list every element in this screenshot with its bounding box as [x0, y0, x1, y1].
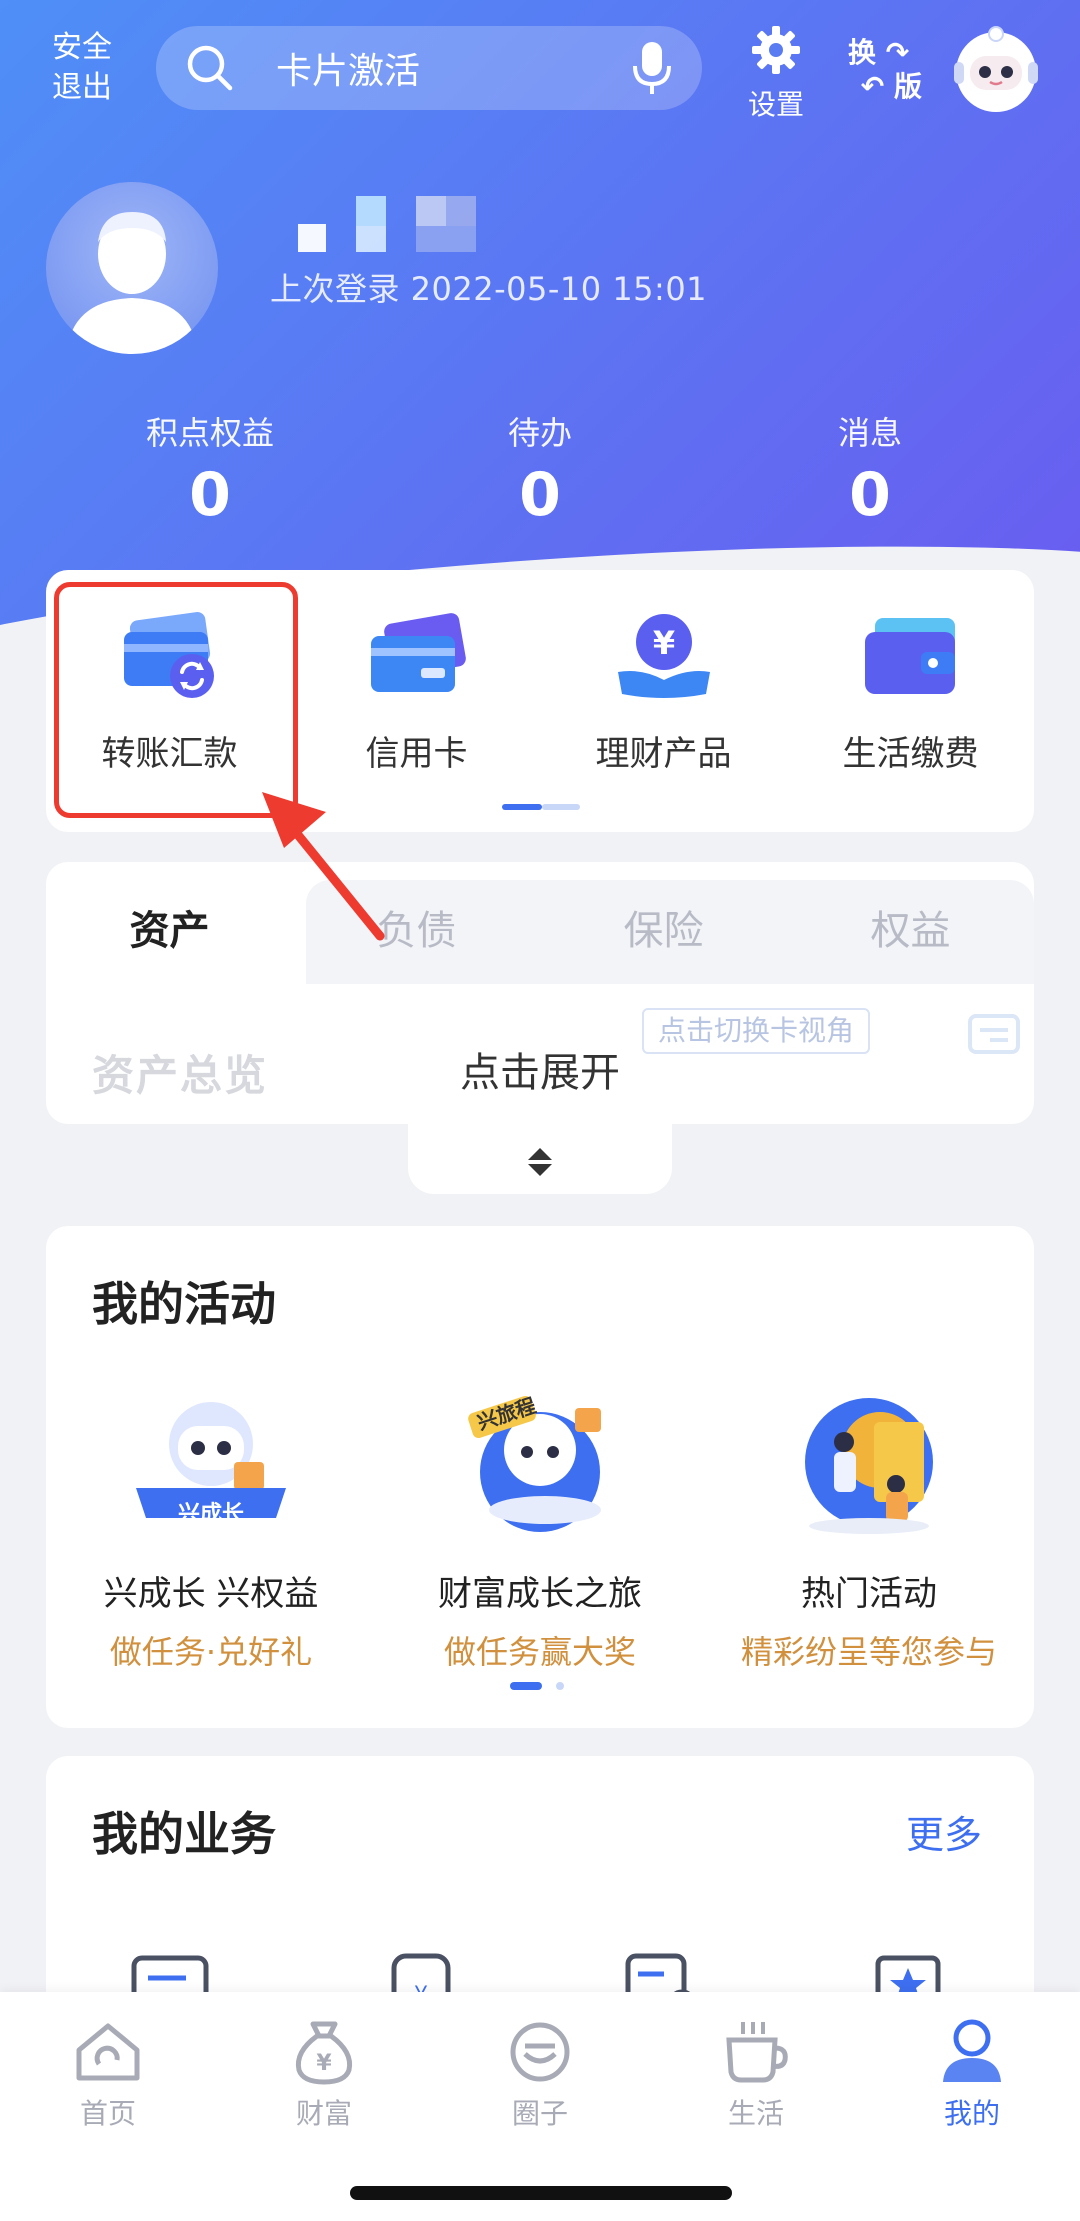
section-title: 我的业务: [92, 1807, 276, 1861]
activity-title: 兴成长 兴权益: [103, 1574, 319, 1614]
stat-todo[interactable]: 待办 0: [430, 408, 650, 530]
robot-assistant-icon[interactable]: [948, 22, 1044, 118]
switch-version-line2: 版: [893, 70, 922, 103]
activity-title: 热门活动: [801, 1574, 937, 1614]
tab-benefits[interactable]: 权益: [787, 898, 1034, 956]
wallet-icon: [864, 618, 955, 694]
activity-title: 财富成长之旅: [438, 1574, 642, 1614]
coffee-cup-icon: [726, 2022, 788, 2083]
activity-wealth-journey-image: 兴旅程: [455, 1392, 625, 1542]
settings-label: 设置: [747, 88, 804, 121]
search-placeholder: 卡片激活: [276, 51, 421, 92]
highlight-box: [54, 582, 298, 818]
user-avatar[interactable]: [46, 182, 218, 354]
logout-button[interactable]: 安全 退出: [52, 28, 112, 108]
assets-card: 资产 负债 保险 权益 资产总览 点击切换卡视角 点击展开: [46, 862, 1034, 1124]
stat-points[interactable]: 积点权益 0: [100, 408, 320, 530]
quick-action-wealth-products[interactable]: ¥ 理财产品: [540, 610, 787, 775]
refresh-arrow-icon: ↶: [860, 70, 885, 103]
activity-item[interactable]: 热门活动 精彩纷呈等您参与: [704, 1392, 1034, 1673]
quick-action-label: 信用卡: [365, 734, 468, 774]
search-icon: [187, 45, 233, 91]
user-icon: [943, 2019, 1001, 2082]
nav-label: 我的: [943, 2097, 1000, 2130]
stat-value: 0: [519, 460, 561, 530]
section-title: 我的活动: [92, 1277, 276, 1331]
nav-label: 生活: [727, 2097, 784, 2130]
activity-growth-image: 兴成长: [126, 1392, 296, 1542]
activity-subtitle: 做任务赢大奖: [443, 1633, 636, 1671]
switch-version-line1: 换: [848, 36, 877, 69]
stat-label: 待办: [507, 414, 572, 452]
activity-subtitle: 精彩纷呈等您参与: [740, 1633, 997, 1671]
tab-insurance[interactable]: 保险: [540, 898, 787, 956]
masked-username: [298, 196, 476, 252]
activity-subtitle: 做任务·兑好礼: [109, 1633, 313, 1671]
nav-label: 首页: [79, 2097, 136, 2130]
more-link[interactable]: 更多: [906, 1804, 982, 1859]
quick-action-bill-payment[interactable]: 生活缴费: [787, 610, 1034, 775]
nav-item-wealth[interactable]: ¥ 财富: [216, 2016, 432, 2132]
last-login-time: 上次登录 2022-05-10 15:01: [270, 270, 708, 308]
nav-label: 圈子: [511, 2097, 568, 2130]
tab-liabilities[interactable]: 负债: [293, 898, 540, 956]
quick-action-label: 生活缴费: [842, 734, 979, 774]
switch-version-button[interactable]: 换 ↷ ↶ 版: [848, 36, 922, 104]
tab-assets[interactable]: 资产: [46, 898, 293, 956]
my-activities-card: 我的活动 兴成长 兴成长 兴权益 做任务·兑好礼 兴旅程 财富成长之旅 做任务赢…: [46, 1226, 1034, 1728]
carousel-indicator: [510, 1682, 564, 1690]
search-bar[interactable]: 卡片激活: [156, 26, 702, 110]
expand-arrows-icon: [528, 1148, 552, 1176]
yuan-coin-icon: ¥: [617, 614, 710, 698]
activity-item[interactable]: 兴旅程 财富成长之旅 做任务赢大奖: [375, 1392, 705, 1673]
stat-label: 积点权益: [145, 414, 274, 452]
quick-action-label: 理财产品: [595, 734, 732, 774]
carousel-indicator: [502, 804, 580, 810]
expand-toggle-tab[interactable]: [408, 1122, 672, 1194]
circle-face-icon: [510, 2022, 570, 2082]
nav-label: 财富: [295, 2097, 352, 2130]
quick-action-credit-card[interactable]: 信用卡: [293, 610, 540, 775]
activity-hot-events-image: [784, 1392, 954, 1542]
refresh-arrow-icon: ↷: [885, 36, 910, 69]
nav-item-home[interactable]: 首页: [0, 2016, 216, 2132]
people-illustration-icon: [805, 1398, 933, 1534]
settings-button[interactable]: 设置: [736, 24, 816, 123]
stat-value: 0: [189, 460, 231, 530]
money-bag-icon: ¥: [295, 2021, 353, 2085]
activity-item[interactable]: 兴成长 兴成长 兴权益 做任务·兑好礼: [46, 1392, 376, 1673]
nav-item-life[interactable]: 生活: [648, 2016, 864, 2132]
svg-text:¥: ¥: [652, 624, 674, 662]
activity-badge: 兴成长: [177, 1502, 244, 1527]
nav-item-mine[interactable]: 我的: [864, 2016, 1080, 2132]
logout-label-line1: 安全: [52, 30, 112, 65]
avatar-placeholder-icon: [66, 212, 198, 354]
stat-messages[interactable]: 消息 0: [760, 408, 980, 530]
nav-item-circle[interactable]: 圈子: [432, 2016, 648, 2132]
home-indicator: [350, 2186, 732, 2200]
stat-value: 0: [849, 460, 891, 530]
microphone-icon[interactable]: [630, 38, 674, 98]
credit-card-icon: [370, 613, 466, 692]
home-icon: [76, 2023, 140, 2081]
expand-assets-button[interactable]: 点击展开: [46, 1040, 1034, 1098]
svg-text:¥: ¥: [316, 2051, 332, 2076]
stat-label: 消息: [837, 414, 902, 452]
gear-icon: [752, 26, 800, 74]
logout-label-line2: 退出: [52, 70, 112, 105]
